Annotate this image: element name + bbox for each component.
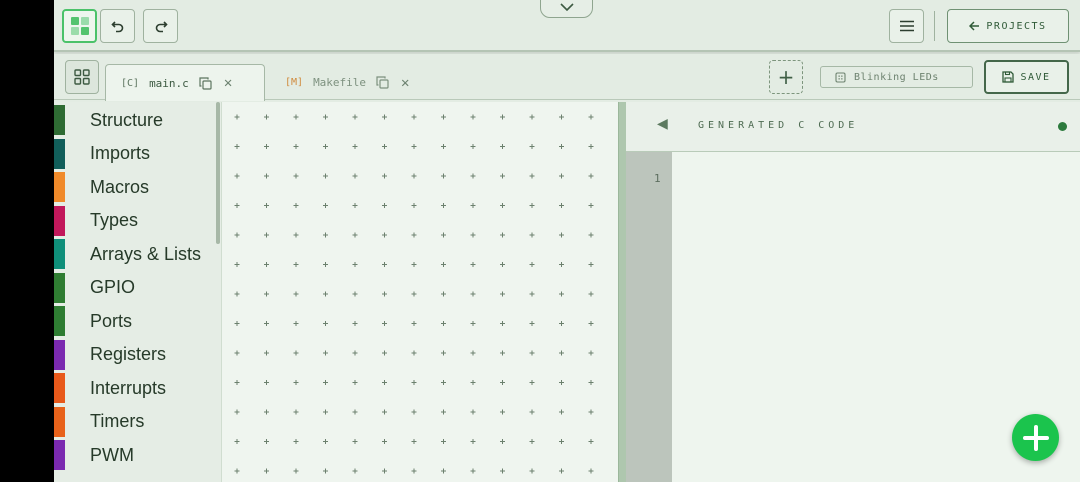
- chip-icon: [835, 71, 846, 83]
- line-number-gutter: 1: [626, 152, 672, 482]
- add-file-button[interactable]: +: [769, 60, 803, 94]
- category-label: PWM: [90, 444, 134, 465]
- grid-icon: [74, 69, 90, 85]
- category-item[interactable]: Ports: [54, 305, 214, 337]
- redo-icon: [155, 21, 168, 33]
- category-label: GPIO: [90, 277, 136, 297]
- category-item[interactable]: GPIO: [54, 272, 214, 304]
- category-color-bar: [54, 239, 65, 269]
- tab-file-name: main.c: [149, 76, 189, 90]
- category-item[interactable]: Registers: [54, 339, 214, 371]
- collapse-panel-icon[interactable]: ◀: [657, 116, 668, 132]
- generated-code-panel: ◀ GENERATED C CODE 1: [626, 102, 1080, 482]
- workspace-resize-handle[interactable]: [618, 102, 626, 482]
- copy-icon[interactable]: [199, 76, 212, 90]
- line-number: 1: [654, 172, 661, 185]
- code-panel-header: ◀ GENERATED C CODE: [626, 102, 1080, 152]
- chevron-down-icon: [559, 3, 574, 11]
- close-icon[interactable]: ✕: [224, 75, 232, 91]
- category-label: Types: [90, 210, 139, 230]
- category-color-bar: [54, 272, 65, 303]
- hamburger-menu-icon: [899, 20, 914, 32]
- tab-main-c[interactable]: [C] main.c ✕: [105, 64, 265, 101]
- category-color-bar: [54, 406, 65, 437]
- code-panel-title: GENERATED C CODE: [698, 120, 859, 131]
- category-item[interactable]: Interrupts: [54, 372, 214, 404]
- projects-label: PROJECTS: [986, 20, 1047, 32]
- plus-icon: [1022, 424, 1049, 451]
- menu-button[interactable]: [889, 9, 924, 43]
- file-grid-button[interactable]: [65, 60, 99, 94]
- toolbar-divider: [934, 11, 935, 41]
- category-label: Arrays & Lists: [90, 243, 202, 264]
- category-label: Registers: [90, 344, 167, 364]
- projects-button[interactable]: PROJECTS: [947, 9, 1069, 43]
- category-color-bar: [54, 138, 65, 169]
- category-color-bar: [54, 172, 65, 202]
- category-color-bar: [54, 373, 65, 403]
- category-label: Ports: [90, 310, 133, 331]
- category-item[interactable]: PWM: [54, 439, 214, 471]
- category-label: Macros: [90, 176, 150, 197]
- project-name: Blinking LEDs: [854, 71, 939, 83]
- blocks-logo-icon: [70, 17, 89, 35]
- close-icon[interactable]: ✕: [401, 75, 409, 91]
- blocks-logo-button[interactable]: [62, 9, 97, 43]
- collapse-toolbar-button[interactable]: [540, 0, 593, 18]
- tab-file-type: [M]: [285, 77, 304, 88]
- category-item[interactable]: Types: [54, 205, 214, 237]
- category-color-bar: [54, 105, 65, 135]
- redo-button[interactable]: [143, 9, 178, 43]
- category-item[interactable]: Arrays & Lists: [54, 238, 214, 270]
- category-item[interactable]: Timers: [54, 406, 214, 438]
- category-label: Timers: [90, 411, 145, 431]
- category-color-bar: [54, 440, 65, 470]
- block-workspace[interactable]: [221, 102, 618, 482]
- category-color-bar: [54, 306, 65, 336]
- save-button[interactable]: SAVE: [984, 60, 1069, 94]
- block-category-sidebar: Structure Imports Macros Types Arrays & List…: [54, 102, 221, 482]
- top-toolbar: PROJECTS: [54, 0, 1080, 52]
- sidebar-scrollbar[interactable]: [216, 102, 220, 244]
- copy-icon[interactable]: [376, 76, 389, 89]
- save-icon: [1002, 71, 1015, 83]
- project-name-chip[interactable]: Blinking LEDs: [820, 66, 973, 88]
- arrow-left-icon: [969, 21, 980, 31]
- save-label: SAVE: [1020, 71, 1051, 83]
- category-item[interactable]: Macros: [54, 171, 214, 203]
- category-color-bar: [54, 339, 65, 370]
- tab-makefile[interactable]: [M] Makefile ✕: [279, 64, 429, 101]
- undo-icon: [110, 21, 123, 33]
- tab-file-name: Makefile: [313, 76, 367, 89]
- category-label: Structure: [90, 109, 164, 130]
- category-label: Imports: [90, 143, 151, 163]
- undo-button[interactable]: [100, 9, 135, 43]
- app-window: PROJECTS [C] main.c ✕ [M] Makefile ✕ + B: [54, 0, 1080, 482]
- tab-file-type: [C]: [121, 77, 140, 89]
- category-item[interactable]: Imports: [54, 138, 214, 170]
- status-dot: [1058, 122, 1067, 131]
- add-block-fab[interactable]: [1012, 414, 1059, 461]
- category-item[interactable]: Structure: [54, 104, 214, 136]
- category-label: Interrupts: [90, 377, 167, 398]
- file-tab-bar: [C] main.c ✕ [M] Makefile ✕ + Blinking L…: [54, 54, 1080, 101]
- category-color-bar: [54, 205, 65, 236]
- workspace-grid: [234, 114, 594, 474]
